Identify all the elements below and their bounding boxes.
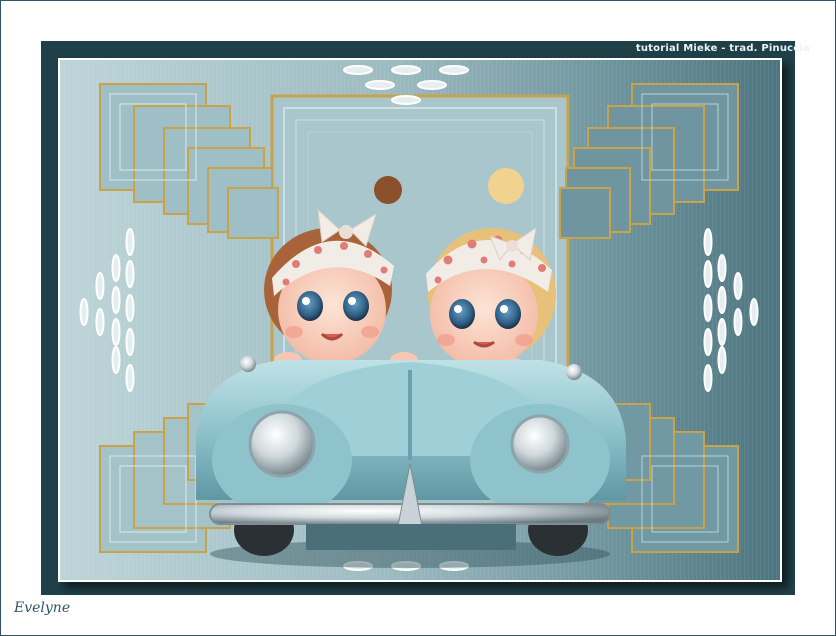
- artwork-canvas: [58, 58, 782, 582]
- signature: Evelyne: [14, 600, 71, 616]
- artwork-svg: [60, 60, 780, 580]
- watermark-text: tutorial Mieke - trad. Pinuccia: [635, 43, 810, 54]
- toy-car: [196, 356, 626, 568]
